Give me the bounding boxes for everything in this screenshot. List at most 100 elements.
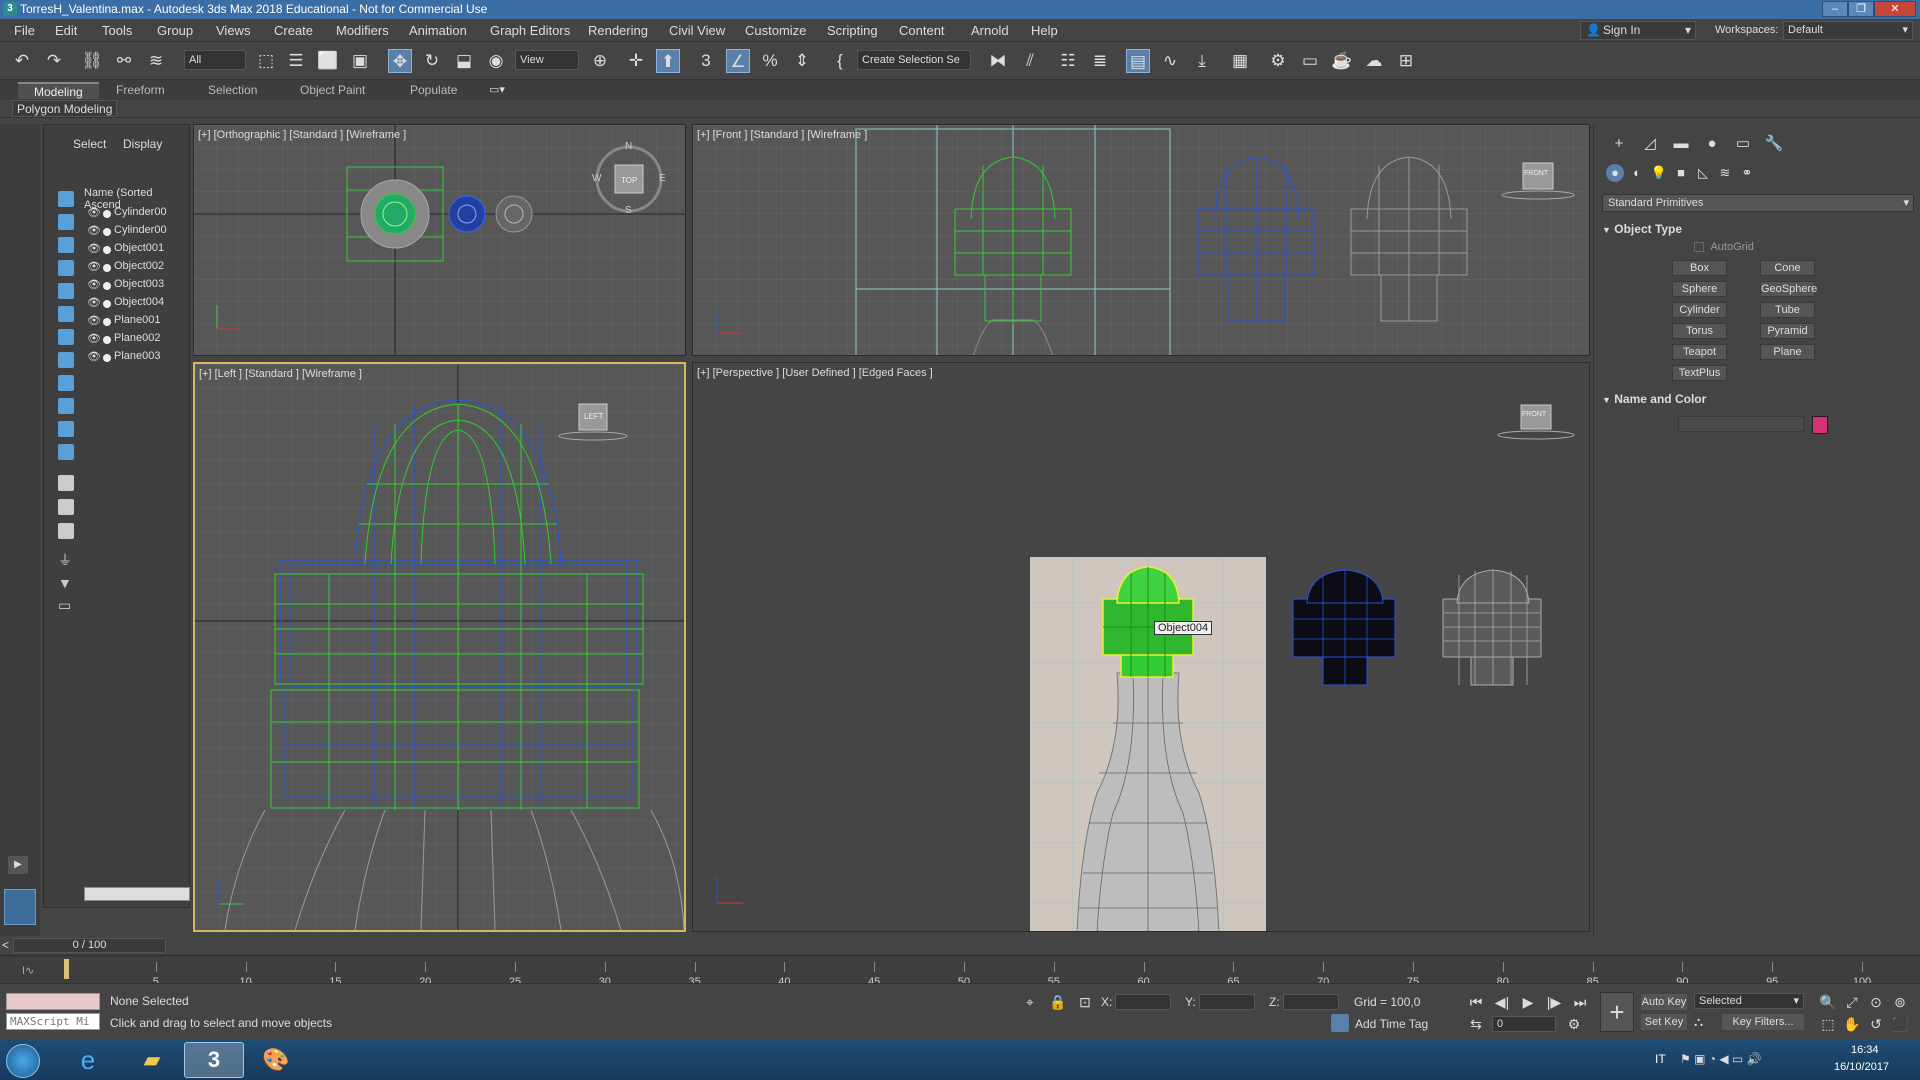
sphere-button[interactable]: Sphere [1672,281,1727,297]
clock-time[interactable]: 16:34 [1851,1044,1879,1056]
menu-graph-editors[interactable]: Graph Editors [490,23,570,38]
cameras-icon[interactable]: ■ [1672,164,1690,182]
render-setup-icon[interactable]: ⚙ [1266,49,1290,73]
menu-create[interactable]: Create [274,23,313,38]
hierarchy-tab-icon[interactable]: ▬ [1671,134,1691,154]
viewport-label[interactable]: [+] [Orthographic ] [Standard ] [Wirefra… [198,129,406,141]
eye-icon[interactable]: 👁 [87,296,101,309]
schematic-view-icon[interactable]: ⤓ [1190,49,1214,73]
render-in-cloud-icon[interactable]: ☁ [1362,49,1386,73]
add-time-tag[interactable]: Add Time Tag [1355,1017,1428,1031]
minimize-button[interactable]: – [1822,1,1848,17]
menu-content[interactable]: Content [899,23,945,38]
display-all-icon[interactable] [58,499,74,515]
zoom-extents-icon[interactable]: ⊙ [1866,992,1886,1012]
edit-named-selection-icon[interactable]: { [828,49,852,73]
menu-help[interactable]: Help [1031,23,1058,38]
filter-funnel-icon[interactable]: ▼ [58,575,74,591]
eye-icon[interactable]: 👁 [87,260,101,273]
freeze-icon[interactable] [103,228,111,236]
viewport-layout-icon[interactable] [4,889,36,925]
list-item[interactable]: 👁 Object001 [84,241,191,258]
tube-button[interactable]: Tube [1760,302,1815,318]
display-helpers-icon[interactable] [58,306,74,322]
zoom-extents-all-icon[interactable]: ⊚ [1890,992,1910,1012]
start-button-icon[interactable] [6,1044,40,1078]
tab-object-paint[interactable]: Object Paint [284,82,381,99]
key-mode-icon[interactable]: ⇆ [1466,1014,1486,1034]
window-crossing-icon[interactable]: ▣ [348,49,372,73]
auto-key-button[interactable]: Auto Key [1641,994,1687,1010]
display-children-icon[interactable] [58,523,74,539]
helpers-icon[interactable]: ◺ [1694,164,1712,182]
maxscript-listener-pink[interactable] [6,993,100,1010]
z-coordinate-field[interactable] [1283,994,1339,1010]
display-frozen-icon[interactable] [58,444,74,460]
internet-explorer-icon[interactable]: e [58,1042,118,1078]
key-tangent-icon[interactable]: ⛬ [1694,1014,1714,1030]
teapot-button[interactable]: Teapot [1672,344,1727,360]
lights-icon[interactable]: 💡 [1650,164,1668,182]
go-to-end-icon[interactable]: ⏭ [1570,992,1590,1012]
next-frame-icon[interactable]: |▶ [1544,992,1564,1012]
display-shapes-icon[interactable] [58,237,74,253]
viewport-label[interactable]: [+] [Left ] [Standard ] [Wireframe ] [199,368,362,380]
display-tab-icon[interactable]: ▭ [1733,134,1753,154]
paint-icon[interactable]: 🎨 [246,1042,306,1078]
menu-customize[interactable]: Customize [745,23,806,38]
display-bones-icon[interactable] [58,398,74,414]
category-dropdown[interactable]: Standard Primitives ▾ [1602,194,1914,212]
app-icon[interactable]: 3 [3,2,17,16]
bind-space-warp-icon[interactable]: ≋ [144,49,168,73]
viewcube-top-label[interactable]: TOP [621,176,637,185]
spinner-snap-icon[interactable]: ⇕ [790,49,814,73]
menu-animation[interactable]: Animation [409,23,467,38]
reference-coordinate-dropdown[interactable]: View [515,50,579,70]
textplus-button[interactable]: TextPlus [1672,365,1727,381]
eye-icon[interactable]: 👁 [87,314,101,327]
list-item[interactable]: 👁 Object002 [84,259,191,276]
list-item[interactable]: 👁 Object004 [84,295,191,312]
maxscript-input[interactable]: MAXScript Mi [6,1013,100,1030]
key-mode-dropdown[interactable]: Selected ▾ [1694,993,1804,1009]
curve-editor-icon[interactable]: ∿ [1158,49,1182,73]
select-and-place-icon[interactable]: ◉ [484,49,508,73]
pyramid-button[interactable]: Pyramid [1760,323,1815,339]
list-item[interactable]: 👁 Object003 [84,277,191,294]
align-icon[interactable]: ⫽ [1018,49,1042,73]
layer-explorer-icon[interactable]: ≣ [1088,49,1112,73]
play-icon[interactable]: ▶ [1518,992,1538,1012]
list-item[interactable]: 👁 Plane003 [84,349,191,366]
display-cameras-icon[interactable] [58,283,74,299]
angle-snap-icon[interactable]: ∠ [726,49,750,73]
eye-icon[interactable]: 👁 [87,350,101,363]
eye-icon[interactable]: 👁 [87,278,101,291]
systems-icon[interactable]: ⚭ [1738,164,1756,182]
undo-icon[interactable]: ↶ [10,49,34,73]
freeze-icon[interactable] [103,210,111,218]
sign-in-dropdown[interactable]: 👤 Sign In ▾ [1580,21,1696,40]
a360-gallery-icon[interactable]: ⊞ [1394,49,1418,73]
curve-editor-mini-icon[interactable]: I∿ [22,964,34,977]
freeze-icon[interactable] [103,318,111,326]
time-slider[interactable]: 0 / 100 [13,938,166,953]
object-color-swatch[interactable] [1812,416,1828,434]
workspaces-dropdown[interactable]: Default ▾ [1783,21,1913,40]
viewport-label[interactable]: [+] [Front ] [Standard ] [Wireframe ] [697,129,867,141]
track-bar[interactable]: I∿ 5 10 15 20 25 30 35 40 45 50 55 60 65 70 75 80 85 90 95… [0,955,1920,988]
select-object-icon[interactable]: ⬚ [254,49,278,73]
set-key-big-icon[interactable]: + [1600,992,1634,1032]
menu-file[interactable]: File [14,23,35,38]
folder-icon[interactable]: ▭ [58,597,74,613]
prev-frame-icon[interactable]: < [2,938,9,952]
y-coordinate-field[interactable] [1199,994,1255,1010]
list-item[interactable]: 👁 Cylinder00 [84,223,191,240]
freeze-icon[interactable] [103,246,111,254]
display-none-icon[interactable] [58,191,74,207]
cylinder-button[interactable]: Cylinder [1672,302,1727,318]
mirror-icon[interactable]: ⧓ [986,49,1010,73]
spacewarps-icon[interactable]: ≋ [1716,164,1734,182]
current-frame-field[interactable]: 0 [1492,1016,1556,1032]
create-tab-icon[interactable]: + [1609,134,1629,154]
eye-icon[interactable]: 👁 [87,242,101,255]
